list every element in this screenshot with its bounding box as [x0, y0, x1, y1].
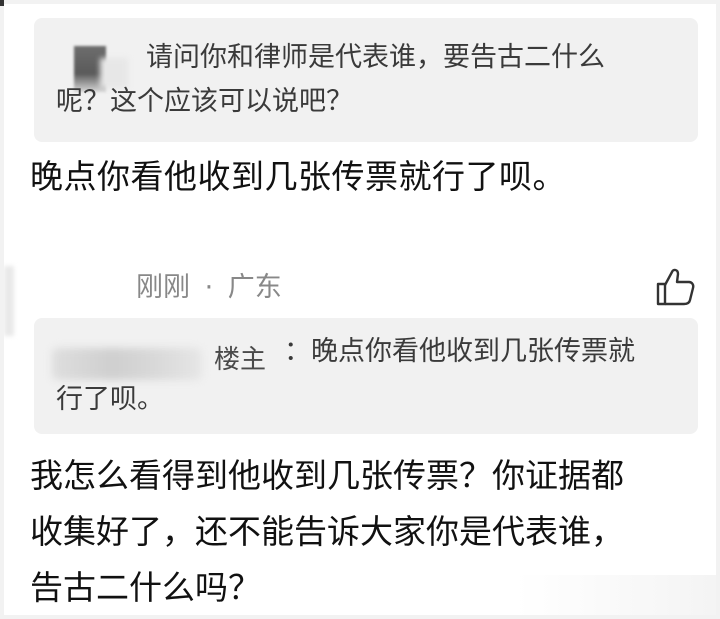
- quoted-comment-line1: 请问你和律师是代表谁，要告古二什么: [146, 42, 605, 73]
- corner-fade: [516, 575, 716, 615]
- comment-location: 广东: [227, 272, 282, 303]
- blurred-username: [52, 348, 202, 380]
- quoted-comment-line2: 呢？这个应该可以说吧？: [56, 86, 353, 117]
- comment-body-line1: 我怎么看得到他收到几张传票？你证据都: [30, 456, 624, 495]
- meta-separator: ·: [204, 272, 214, 303]
- blurred-commenter-avatar: [4, 266, 14, 336]
- comment-thread: 请问你和律师是代表谁，要告古二什么 呢？这个应该可以说吧？ 晚点你看他收到几张传…: [4, 4, 716, 615]
- quoted-op-reply[interactable]: 楼主 ：晚点你看他收到几张传票就 行了呗。: [34, 318, 698, 434]
- quoted-comment[interactable]: 请问你和律师是代表谁，要告古二什么 呢？这个应该可以说吧？: [34, 18, 698, 142]
- op-badge: 楼主: [214, 345, 267, 375]
- thumbs-up-icon[interactable]: [654, 266, 696, 308]
- comment-time: 刚刚: [136, 272, 190, 303]
- comment-meta: 刚刚 · 广东: [136, 268, 282, 308]
- comment-body-line2: 收集好了，还不能告诉大家你是代表谁，: [30, 512, 624, 551]
- op-reply-text: 晚点你看他收到几张传票就行了呗。: [30, 157, 566, 196]
- quoted-op-line1: ：晚点你看他收到几张传票就: [284, 336, 635, 367]
- quoted-op-line2: 行了呗。: [56, 384, 164, 415]
